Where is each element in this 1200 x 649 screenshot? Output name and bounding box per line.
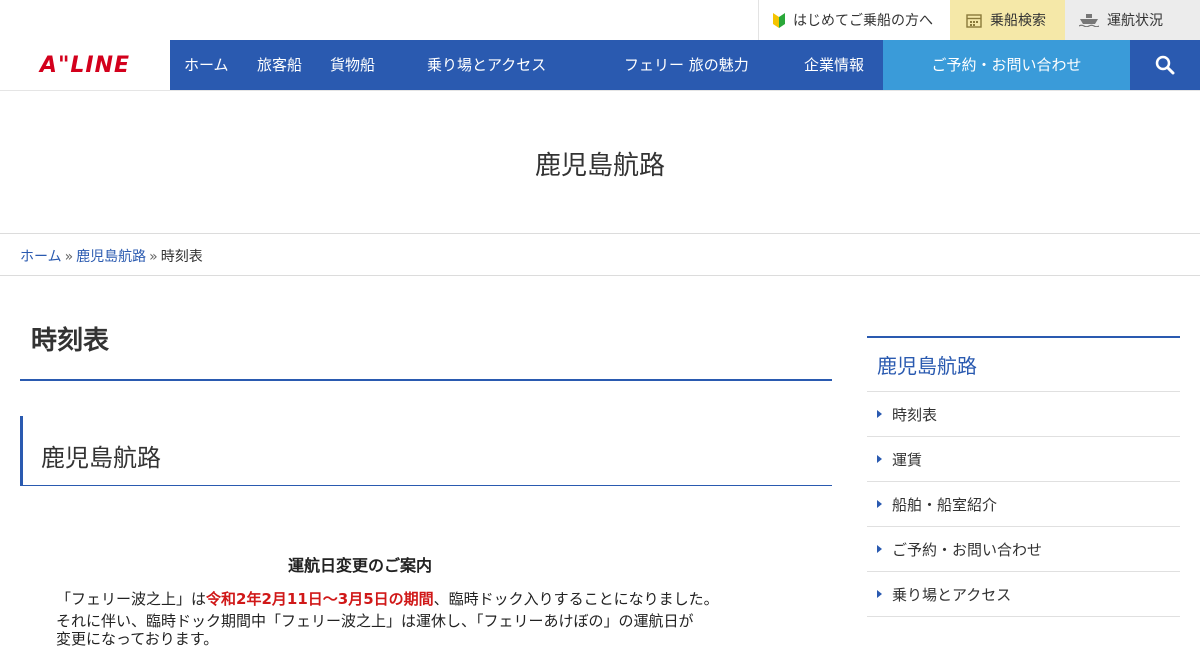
beginner-mark-icon bbox=[773, 12, 785, 28]
breadcrumb-home[interactable]: ホーム bbox=[20, 249, 62, 265]
operation-status-link[interactable]: 運航状況 bbox=[1065, 0, 1200, 40]
sidebar-item-timetable[interactable]: 時刻表 bbox=[867, 392, 1180, 437]
triangle-bullet-icon bbox=[877, 410, 882, 418]
nav-item-passenger-ship[interactable]: 旅客船 bbox=[257, 40, 302, 90]
triangle-bullet-icon bbox=[877, 590, 882, 598]
breadcrumb-separator: » bbox=[149, 249, 158, 265]
search-icon bbox=[1155, 55, 1175, 75]
notice-line-3: 変更になっております。 bbox=[56, 630, 219, 648]
sidebar-item-label: ご予約・お問い合わせ bbox=[892, 540, 1043, 559]
page-title: 時刻表 bbox=[31, 326, 110, 356]
sidebar-heading[interactable]: 鹿児島航路 bbox=[867, 336, 1180, 392]
nav-item-ferry-travel[interactable]: フェリー 旅の魅力 bbox=[624, 40, 749, 90]
sidebar-item-contact[interactable]: ご予約・お問い合わせ bbox=[867, 527, 1180, 572]
beginner-guide-label: はじめてご乗船の方へ bbox=[793, 13, 933, 29]
utility-bar: はじめてご乗船の方へ 乗船検索 運航状況 bbox=[0, 0, 1200, 40]
header-divider bbox=[0, 90, 1200, 91]
nav-search-button[interactable] bbox=[1130, 40, 1200, 90]
breadcrumb: ホーム» 鹿児島航路» 時刻表 bbox=[20, 246, 203, 266]
nav-item-company[interactable]: 企業情報 bbox=[804, 40, 864, 90]
breadcrumb-route[interactable]: 鹿児島航路 bbox=[76, 249, 146, 265]
boarding-search-link[interactable]: 乗船検索 bbox=[950, 0, 1065, 40]
schedule-notice-image: 運航日変更のご案内 「フェリー波之上」は令和2年2月11日〜3月5日の期間、臨時… bbox=[20, 500, 832, 648]
hero-divider bbox=[0, 233, 1200, 234]
hero-title: 鹿児島航路 bbox=[534, 151, 665, 181]
logo-text: A"LINE bbox=[39, 52, 131, 78]
section-heading-text: 鹿児島航路 bbox=[41, 444, 161, 472]
sidebar-item-access[interactable]: 乗り場とアクセス bbox=[867, 572, 1180, 617]
notice-line-1-a: 「フェリー波之上」は bbox=[56, 590, 207, 608]
breadcrumb-divider bbox=[0, 275, 1200, 276]
nav-contact-button[interactable]: ご予約・お問い合わせ bbox=[883, 40, 1130, 90]
sidebar-item-label: 時刻表 bbox=[892, 405, 938, 424]
nav-item-home[interactable]: ホーム bbox=[184, 40, 229, 90]
triangle-bullet-icon bbox=[877, 455, 882, 463]
ship-icon bbox=[1079, 14, 1099, 27]
site-logo[interactable]: A"LINE bbox=[0, 40, 170, 90]
calendar-icon bbox=[966, 13, 982, 28]
boarding-search-label: 乗船検索 bbox=[990, 13, 1046, 29]
sidebar-item-fare[interactable]: 運賃 bbox=[867, 437, 1180, 482]
beginner-guide-link[interactable]: はじめてご乗船の方へ bbox=[758, 0, 950, 40]
nav-item-access[interactable]: 乗り場とアクセス bbox=[427, 40, 546, 90]
main-nav: ホーム 旅客船 貨物船 乗り場とアクセス フェリー 旅の魅力 企業情報 ご予約・… bbox=[170, 40, 1200, 90]
notice-line-1: 「フェリー波之上」は令和2年2月11日〜3月5日の期間、臨時ドック入りすることに… bbox=[56, 588, 719, 609]
sidebar-item-label: 乗り場とアクセス bbox=[892, 585, 1012, 604]
sidebar-item-label: 船舶・船室紹介 bbox=[892, 495, 998, 514]
nav-item-cargo-ship[interactable]: 貨物船 bbox=[330, 40, 375, 90]
notice-title: 運航日変更のご案内 bbox=[287, 556, 432, 575]
breadcrumb-separator: » bbox=[64, 249, 74, 265]
triangle-bullet-icon bbox=[877, 500, 882, 508]
page-title-underline bbox=[20, 379, 832, 381]
section-heading: 鹿児島航路 bbox=[20, 416, 832, 486]
notice-line-1-highlight: 令和2年2月11日〜3月5日の期間 bbox=[206, 590, 434, 608]
notice-line-1-b: 、臨時ドック入りすることになりました。 bbox=[433, 590, 719, 608]
sidebar-item-label: 運賃 bbox=[892, 450, 923, 469]
operation-status-label: 運航状況 bbox=[1107, 13, 1163, 29]
breadcrumb-current: 時刻表 bbox=[160, 249, 203, 265]
sidebar-item-ships[interactable]: 船舶・船室紹介 bbox=[867, 482, 1180, 527]
triangle-bullet-icon bbox=[877, 545, 882, 553]
sidebar: 鹿児島航路 時刻表 運賃 船舶・船室紹介 ご予約・お問い合わせ 乗り場とアクセス bbox=[867, 336, 1180, 617]
